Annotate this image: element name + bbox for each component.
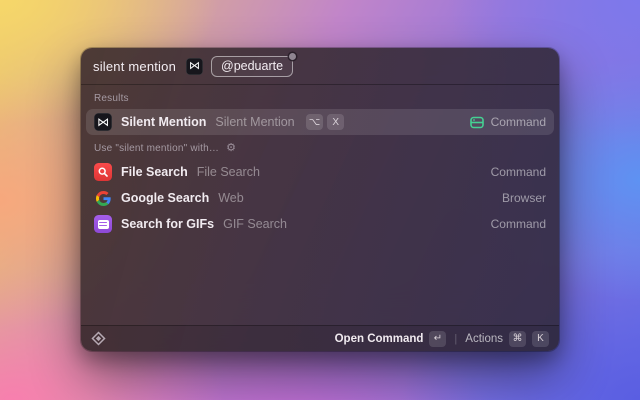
list-item-google-search[interactable]: Google Search Web Browser	[86, 185, 554, 211]
x-key: X	[327, 114, 345, 130]
silent-mention-icon: ⋈	[94, 113, 112, 131]
results-section-header: Results	[94, 93, 129, 104]
search-input-bar[interactable]: silent mention ⋈ @peduarte	[81, 48, 559, 85]
item-type-label: Browser	[501, 191, 546, 205]
action-bar: Open Command ↵ | Actions ⌘ K	[81, 325, 559, 351]
launcher-window: silent mention ⋈ @peduarte Results ⋈ Sil…	[81, 48, 559, 351]
item-title: Google Search	[121, 191, 210, 205]
gif-search-icon	[94, 215, 112, 233]
results-list: Results ⋈ Silent Mention Silent Mention …	[81, 85, 559, 325]
gear-icon[interactable]: ⚙	[226, 143, 236, 154]
k-key: K	[532, 330, 549, 347]
item-title: Silent Mention	[121, 115, 207, 129]
item-type-label: Command	[490, 217, 546, 231]
use-with-section-header: Use "silent mention" with… ⚙	[94, 142, 237, 155]
list-item-silent-mention[interactable]: ⋈ Silent Mention Silent Mention ⌥ X Comm…	[86, 109, 554, 135]
search-query-text[interactable]: silent mention	[93, 59, 176, 74]
item-subtitle: Silent Mention	[215, 115, 295, 129]
item-subtitle: GIF Search	[223, 217, 288, 231]
item-type-label: Command	[490, 165, 546, 179]
actions-button[interactable]: Actions	[465, 333, 503, 345]
open-command-button[interactable]: Open Command	[335, 333, 424, 345]
mention-tag[interactable]: @peduarte	[211, 52, 297, 77]
option-key: ⌥	[305, 114, 324, 130]
command-icon	[469, 116, 484, 128]
silent-mention-icon: ⋈	[186, 57, 204, 75]
item-title: File Search	[121, 165, 188, 179]
list-item-search-gifs[interactable]: Search for GIFs GIF Search Command	[86, 211, 554, 237]
list-item-file-search[interactable]: File Search File Search Command	[86, 159, 554, 185]
item-title: Search for GIFs	[121, 217, 215, 231]
file-search-icon	[94, 163, 112, 181]
item-subtitle: File Search	[196, 165, 260, 179]
item-shortcut: ⌥ X	[305, 114, 345, 130]
item-type-label: Command	[490, 115, 546, 129]
return-key: ↵	[429, 330, 447, 347]
raycast-logo-icon	[91, 331, 106, 346]
mention-tag-label: @peduarte	[221, 58, 284, 73]
footer-divider: |	[454, 332, 458, 345]
mention-cursor-badge	[289, 52, 297, 60]
cmd-key: ⌘	[509, 330, 526, 347]
google-icon	[94, 189, 112, 207]
item-subtitle: Web	[218, 191, 244, 205]
desktop-background: silent mention ⋈ @peduarte Results ⋈ Sil…	[0, 0, 640, 400]
